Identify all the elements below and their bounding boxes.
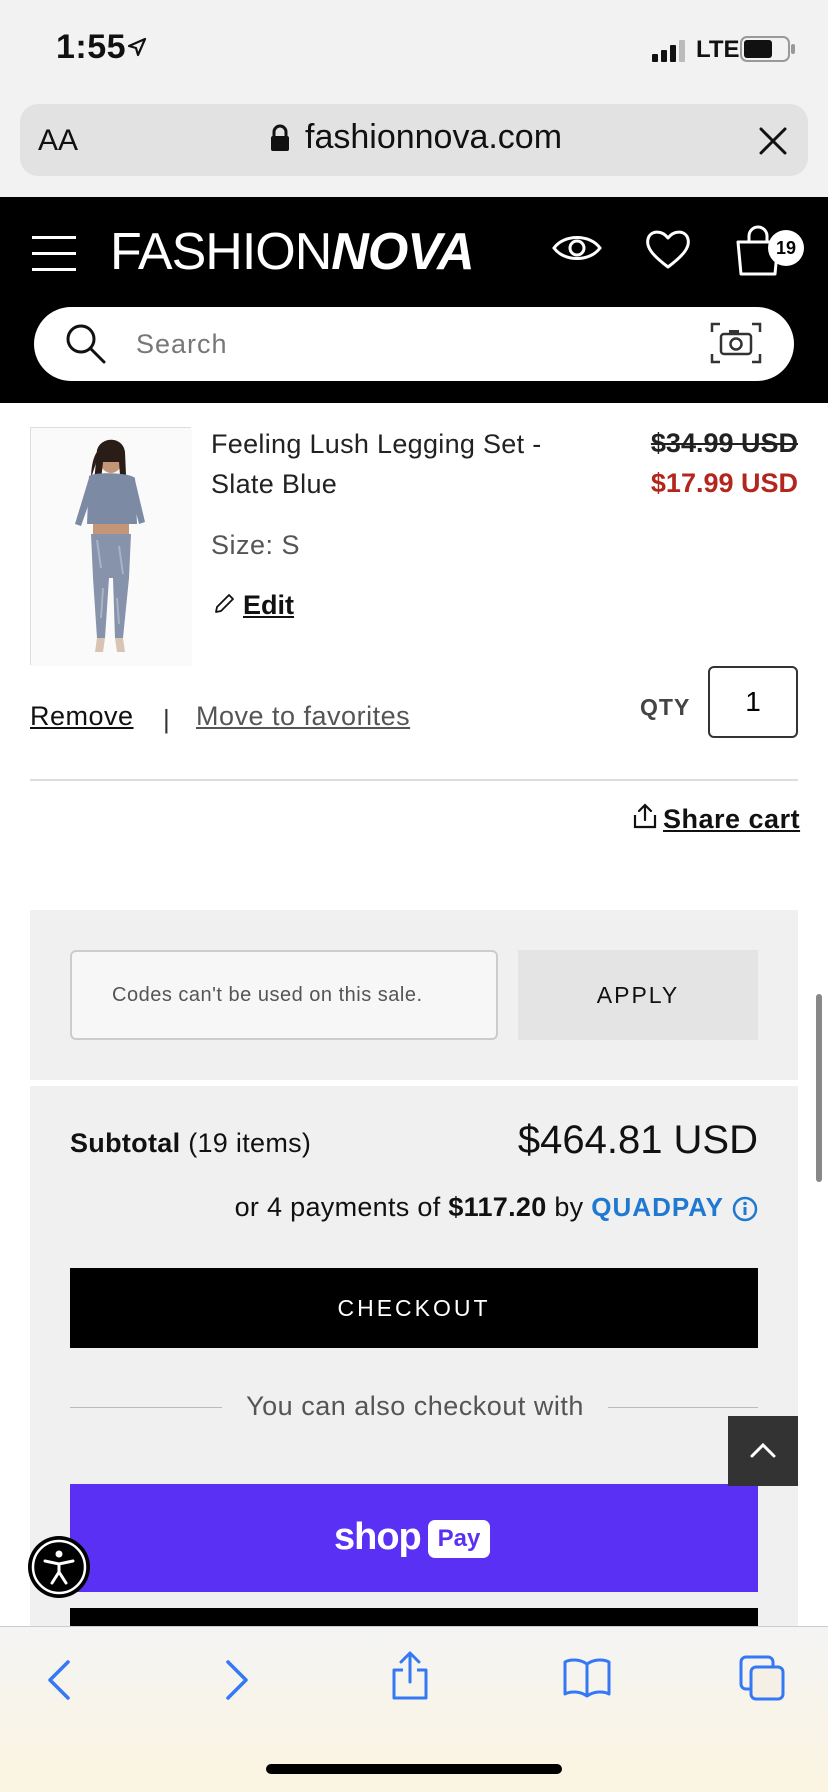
search-input[interactable]	[136, 322, 576, 366]
close-icon[interactable]	[758, 126, 788, 156]
lock-icon	[271, 124, 289, 151]
quadpay-logo: QUADPAY	[591, 1192, 724, 1222]
cart-count-badge: 19	[768, 230, 804, 266]
reader-settings-button[interactable]: AA	[38, 124, 78, 158]
status-time: 1:55	[56, 28, 127, 66]
apply-button[interactable]: APPLY	[518, 950, 758, 1040]
home-indicator	[266, 1764, 562, 1774]
installments-text: or 4 payments of $117.20 by QUADPAY	[234, 1192, 724, 1222]
eye-icon[interactable]	[552, 230, 602, 266]
chevron-up-icon	[750, 1442, 776, 1457]
move-to-favorites-link[interactable]: Move to favorites	[196, 701, 410, 732]
accessibility-icon	[31, 1539, 87, 1595]
link-separator: |	[163, 704, 170, 734]
subtotal-label: Subtotal (19 items)	[70, 1128, 312, 1158]
search-icon[interactable]	[64, 322, 108, 366]
remove-link[interactable]: Remove	[30, 701, 134, 732]
tabs-icon[interactable]	[738, 1654, 786, 1702]
shop-pay-pill: Pay	[428, 1520, 490, 1558]
site-logo[interactable]: FASHIONNOVA	[110, 224, 475, 280]
promo-code-input[interactable]	[70, 950, 498, 1040]
camera-search-icon[interactable]	[710, 320, 762, 366]
scrollbar[interactable]	[816, 994, 822, 1182]
battery-icon	[740, 36, 795, 62]
menu-icon[interactable]	[32, 236, 76, 272]
sale-price: $17.99 USD	[650, 468, 798, 498]
share-icon[interactable]	[632, 802, 658, 830]
pencil-icon	[215, 594, 234, 613]
heart-icon[interactable]	[644, 228, 692, 270]
divider	[608, 1407, 758, 1408]
checkout-button[interactable]: CHECKOUT	[70, 1268, 758, 1348]
info-icon[interactable]	[732, 1196, 758, 1222]
quantity-input[interactable]	[708, 666, 798, 738]
share-cart-link[interactable]: Share cart	[663, 804, 800, 835]
divider	[30, 779, 798, 781]
product-name[interactable]: Feeling Lush Legging Set - Slate Blue	[211, 424, 571, 504]
subtotal-value: $464.81 USD	[517, 1118, 758, 1162]
forward-icon[interactable]	[222, 1658, 252, 1702]
bookmarks-icon[interactable]	[562, 1656, 612, 1698]
divider	[70, 1407, 222, 1408]
network-type: LTE	[696, 36, 740, 63]
qty-label: QTY	[640, 694, 691, 720]
shop-pay-logo: shop	[334, 1516, 422, 1558]
payment-button[interactable]	[70, 1608, 758, 1626]
url-text[interactable]: fashionnova.com	[305, 118, 562, 157]
scroll-to-top-button[interactable]	[728, 1416, 798, 1486]
share-icon[interactable]	[390, 1650, 430, 1702]
accessibility-button[interactable]	[28, 1536, 90, 1598]
location-arrow-icon	[127, 37, 147, 57]
alt-checkout-text: You can also checkout with	[246, 1391, 584, 1421]
original-price: $34.99 USD	[650, 428, 798, 458]
back-icon[interactable]	[44, 1658, 74, 1702]
product-size: Size: S	[211, 530, 301, 560]
signal-icon	[652, 40, 685, 62]
product-image[interactable]	[30, 427, 192, 666]
edit-link[interactable]: Edit	[243, 590, 294, 621]
